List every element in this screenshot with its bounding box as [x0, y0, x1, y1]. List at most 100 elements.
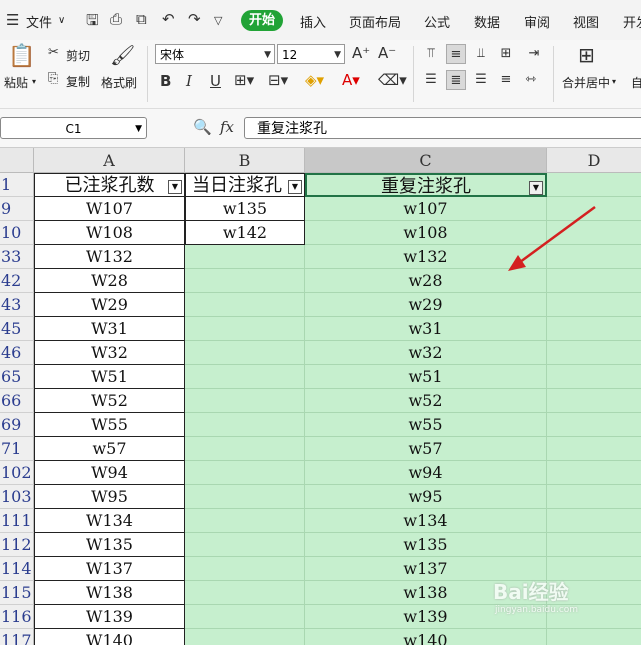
filter-dropdown-icon[interactable]: ▼ [168, 180, 182, 194]
spreadsheet-grid[interactable]: A B C D 1 已注浆孔数 ▼ 当日注浆孔 ▼ 重复注浆孔 ▼ 9 W107 w… [0, 148, 641, 645]
cell-a[interactable]: W55 [34, 413, 185, 437]
cell-c[interactable]: w94 [305, 461, 547, 485]
cell-b[interactable] [185, 629, 305, 645]
row-header[interactable]: 102 [0, 461, 34, 485]
cell-d[interactable] [547, 461, 641, 485]
fill-color-icon[interactable]: ◈▾ [305, 71, 324, 89]
cell-d[interactable] [547, 317, 641, 341]
row-header[interactable]: 42 [0, 269, 34, 293]
cell-b[interactable] [185, 605, 305, 629]
select-all-corner[interactable] [0, 148, 34, 173]
zoom-icon[interactable]: 🔍 [193, 118, 212, 136]
cell-b[interactable] [185, 293, 305, 317]
save-icon[interactable]: 🖫 [86, 10, 99, 35]
tab-data[interactable]: 数据 [474, 12, 500, 31]
header-cell-a[interactable]: 已注浆孔数 ▼ [34, 173, 185, 197]
cell-d[interactable] [547, 485, 641, 509]
cell-a[interactable]: W28 [34, 269, 185, 293]
distribute-icon[interactable]: ⇿ [521, 70, 541, 90]
auto-wrap-button[interactable]: 自 [631, 74, 641, 91]
align-top-icon[interactable]: ⫪ [421, 44, 441, 64]
row-header[interactable]: 115 [0, 581, 34, 605]
merge-center-button[interactable]: 合并居中 [562, 74, 610, 91]
row-header[interactable]: 71 [0, 437, 34, 461]
row-header[interactable]: 65 [0, 365, 34, 389]
align-center-icon[interactable]: ≣ [446, 70, 466, 90]
justify-icon[interactable]: ≡ [496, 70, 516, 90]
format-painter-button[interactable]: 格式刷 [101, 74, 137, 91]
cell-d[interactable] [547, 509, 641, 533]
cell-c[interactable]: w134 [305, 509, 547, 533]
italic-icon[interactable]: I [186, 72, 192, 90]
font-name-select[interactable]: 宋体 ▼ [155, 44, 275, 64]
column-header-a[interactable]: A [34, 148, 185, 173]
active-filter-icon[interactable]: ▼ [529, 181, 543, 195]
cell-b[interactable] [185, 557, 305, 581]
cell-c[interactable]: w135 [305, 533, 547, 557]
cell-d[interactable] [547, 173, 641, 197]
cell-b[interactable] [185, 245, 305, 269]
cell-d[interactable] [547, 389, 641, 413]
cell-a[interactable]: W139 [34, 605, 185, 629]
column-header-d[interactable]: D [547, 148, 641, 173]
row-header[interactable]: 46 [0, 341, 34, 365]
redo-icon[interactable]: ↷ [188, 10, 201, 28]
cell-a[interactable]: W132 [34, 245, 185, 269]
tab-formulas[interactable]: 公式 [424, 12, 450, 31]
cell-b[interactable] [185, 461, 305, 485]
font-name-dropdown-icon[interactable]: ▼ [264, 45, 271, 65]
cell-b[interactable]: w142 [185, 221, 305, 245]
cell-a[interactable]: W135 [34, 533, 185, 557]
file-menu[interactable]: 文件 [26, 12, 52, 31]
cell-a[interactable]: W134 [34, 509, 185, 533]
tab-insert[interactable]: 插入 [300, 12, 326, 31]
cell-a[interactable]: W29 [34, 293, 185, 317]
cell-b[interactable] [185, 437, 305, 461]
format-painter-icon[interactable]: 🖌 [110, 43, 135, 67]
cell-a[interactable]: W138 [34, 581, 185, 605]
cell-a[interactable]: W140 [34, 629, 185, 645]
filter-dropdown-icon[interactable]: ▼ [288, 180, 302, 194]
row-header[interactable]: 111 [0, 509, 34, 533]
indent-icon[interactable]: ⇥ [524, 44, 544, 64]
row-header[interactable]: 33 [0, 245, 34, 269]
borders-icon[interactable]: ⊞▾ [234, 71, 254, 89]
print-icon[interactable]: ⎙ [110, 10, 122, 28]
bold-icon[interactable]: B [160, 72, 171, 90]
merge-center-icon[interactable]: ⊞ [578, 43, 595, 67]
cell-b[interactable] [185, 533, 305, 557]
row-header[interactable]: 114 [0, 557, 34, 581]
cell-c[interactable]: w57 [305, 437, 547, 461]
font-size-dropdown-icon[interactable]: ▼ [334, 45, 341, 65]
cell-d[interactable] [547, 365, 641, 389]
row-header[interactable]: 1 [0, 173, 34, 197]
row-header[interactable]: 66 [0, 389, 34, 413]
cell-c[interactable]: w140 [305, 629, 547, 645]
tab-page-layout[interactable]: 页面布局 [349, 12, 401, 31]
align-left-icon[interactable]: ☰ [421, 70, 441, 90]
cell-b[interactable] [185, 341, 305, 365]
tab-view[interactable]: 视图 [573, 12, 599, 31]
cell-a[interactable]: W108 [34, 221, 185, 245]
cell-a[interactable]: W94 [34, 461, 185, 485]
row-header[interactable]: 103 [0, 485, 34, 509]
cell-a[interactable]: W32 [34, 341, 185, 365]
cell-b[interactable] [185, 413, 305, 437]
row-header[interactable]: 112 [0, 533, 34, 557]
cell-c[interactable]: w31 [305, 317, 547, 341]
align-right-icon[interactable]: ☰ [471, 70, 491, 90]
cell-b[interactable] [185, 389, 305, 413]
column-header-c[interactable]: C [305, 148, 547, 173]
cell-c[interactable]: w51 [305, 365, 547, 389]
cell-b[interactable] [185, 269, 305, 293]
cell-b[interactable]: w135 [185, 197, 305, 221]
clear-format-icon[interactable]: ⌫▾ [378, 71, 407, 89]
cell-b[interactable] [185, 485, 305, 509]
font-size-select[interactable]: 12 ▼ [277, 44, 345, 64]
row-header[interactable]: 117 [0, 629, 34, 645]
cell-b[interactable] [185, 581, 305, 605]
cell-d[interactable] [547, 533, 641, 557]
decrease-font-icon[interactable]: A⁻ [378, 44, 396, 62]
row-header[interactable]: 43 [0, 293, 34, 317]
cell-b[interactable] [185, 317, 305, 341]
